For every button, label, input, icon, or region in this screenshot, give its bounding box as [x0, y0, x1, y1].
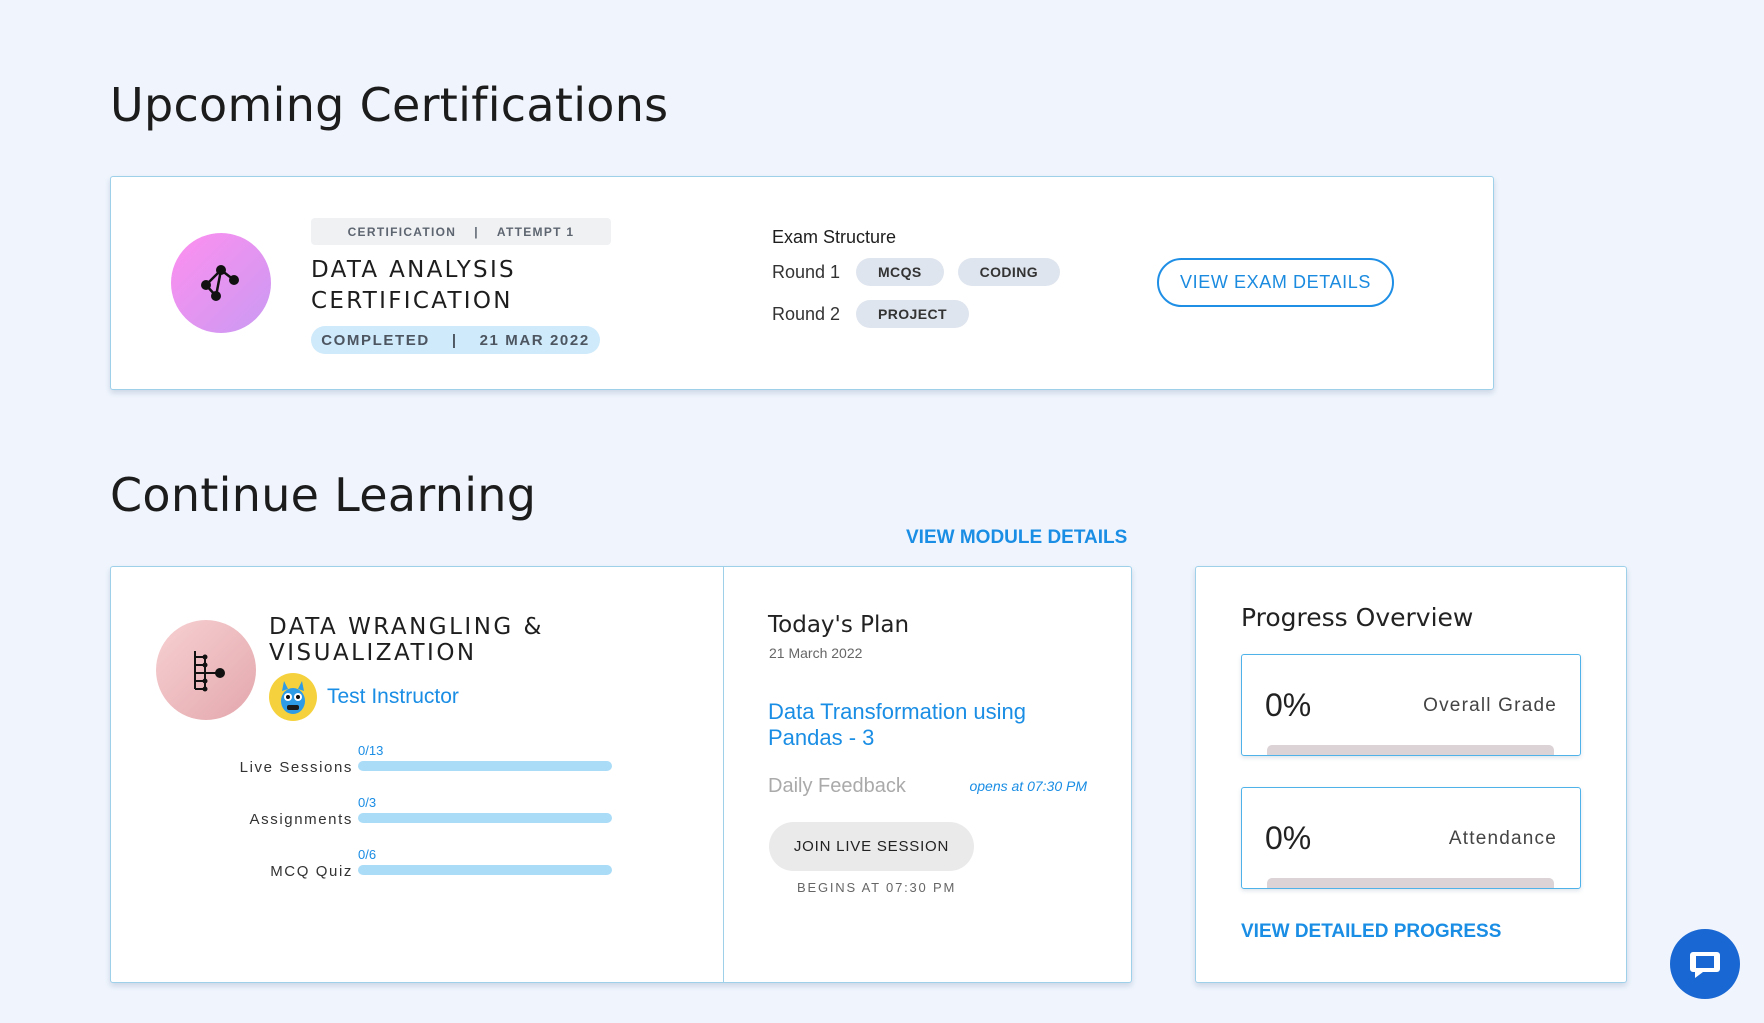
status-badge: COMPLETED | 21 MAR 2022 [311, 326, 600, 354]
round-chip: CODING [957, 258, 1061, 286]
certification-attempt-tag: CERTIFICATION | ATTEMPT 1 [311, 218, 611, 245]
instructor: Test Instructor [269, 673, 459, 721]
view-module-details-link[interactable]: VIEW MODULE DETAILS [906, 527, 1127, 549]
metric-bar [1267, 878, 1554, 888]
module-name: DATA WRANGLING & VISUALIZATION [269, 614, 544, 666]
round-chip: PROJECT [856, 300, 969, 328]
progress-count: 0/3 [358, 795, 377, 810]
metric-value: 0% [1265, 820, 1312, 856]
feedback-opens-time: opens at 07:30 PM [969, 778, 1087, 794]
attendance-metric: 0% Attendance [1241, 787, 1581, 889]
view-detailed-progress-link[interactable]: VIEW DETAILED PROGRESS [1241, 921, 1501, 943]
plan-date: 21 March 2022 [769, 645, 863, 661]
todays-plan-title: Today's Plan [768, 612, 910, 638]
daily-feedback-label: Daily Feedback [768, 775, 906, 797]
status-date: 21 MAR 2022 [479, 331, 590, 349]
tree-nodes-icon [156, 620, 256, 720]
continue-learning-heading: Continue Learning [110, 468, 537, 522]
chat-button[interactable] [1670, 929, 1740, 999]
instructor-link[interactable]: Test Instructor [327, 685, 459, 709]
progress-count: 0/13 [358, 743, 384, 758]
tag-separator: | [474, 224, 479, 239]
exam-structure-label: Exam Structure [772, 227, 897, 247]
progress-label: MCQ Quiz [270, 863, 353, 880]
status-label: COMPLETED [321, 331, 430, 349]
progress-row: Live Sessions 0/13 [111, 741, 612, 781]
overall-grade-metric: 0% Overall Grade [1241, 654, 1581, 756]
round-row: Round 1 MCQS CODING [772, 258, 1074, 286]
round-label: Round 2 [772, 303, 841, 324]
round-label: Round 1 [772, 261, 841, 282]
metric-value: 0% [1265, 687, 1312, 723]
progress-label: Live Sessions [239, 759, 353, 776]
graph-nodes-icon [171, 233, 271, 333]
round-row: Round 2 PROJECT [772, 300, 983, 328]
progress-bar [358, 813, 612, 823]
metric-bar [1267, 745, 1554, 755]
chat-bubble-icon [1690, 952, 1720, 978]
progress-count: 0/6 [358, 847, 377, 862]
metric-label: Attendance [1448, 828, 1557, 849]
upcoming-certifications-heading: Upcoming Certifications [110, 78, 669, 132]
metric-label: Overall Grade [1423, 695, 1557, 716]
session-begins-time: BEGINS AT 07:30 PM [797, 880, 957, 895]
progress-row: MCQ Quiz 0/6 [111, 845, 612, 885]
progress-row: Assignments 0/3 [111, 793, 612, 833]
avatar [269, 673, 317, 721]
certification-card: CERTIFICATION | ATTEMPT 1 DATA ANALYSIS … [110, 176, 1494, 390]
view-exam-details-button[interactable]: VIEW EXAM DETAILS [1157, 258, 1394, 307]
progress-bar [358, 865, 612, 875]
progress-overview-title: Progress Overview [1241, 603, 1474, 632]
status-separator: | [451, 331, 458, 349]
progress-bar [358, 761, 612, 771]
module-card: DATA WRANGLING & VISUALIZATION Test Inst… [110, 566, 1132, 983]
progress-label: Assignments [249, 811, 353, 828]
card-divider [723, 567, 724, 982]
attempt-label: ATTEMPT 1 [496, 224, 575, 239]
session-link[interactable]: Data Transformation using Pandas - 3 [768, 699, 1068, 751]
certification-type-label: CERTIFICATION [347, 224, 457, 239]
join-live-session-button[interactable]: JOIN LIVE SESSION [769, 822, 974, 871]
certification-name: DATA ANALYSIS CERTIFICATION [311, 257, 516, 314]
round-chip: MCQS [856, 258, 944, 286]
